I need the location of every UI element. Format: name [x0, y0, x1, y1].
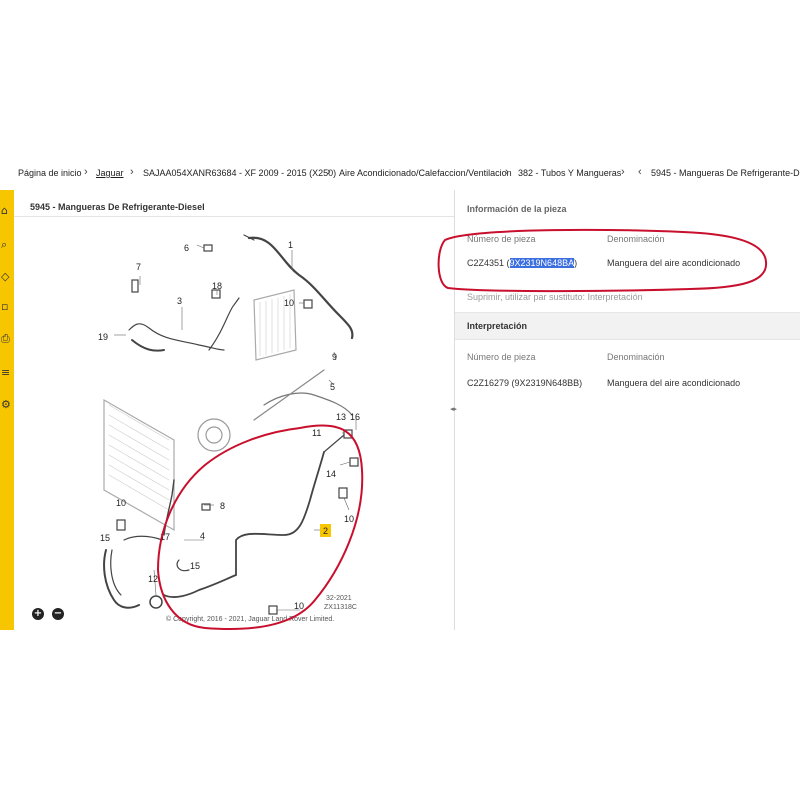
side-toolbar: ⌂ ⌕ ◇ ▫ ⎙ ≡ ⚙ [0, 190, 14, 630]
breadcrumb-separator: › [505, 166, 509, 178]
search-icon[interactable]: ⌕ [1, 238, 7, 252]
col-denomination: Denominación [607, 352, 665, 362]
part-row[interactable]: C2Z4351 (9X2319N648BA) [467, 258, 577, 268]
callout-label-selected[interactable]: 2 [323, 526, 328, 536]
callout-label[interactable]: 5 [330, 382, 335, 392]
breadcrumb-brand[interactable]: Jaguar [96, 168, 124, 178]
breadcrumb-back-icon[interactable]: ‹ [638, 166, 642, 178]
callout-label[interactable]: 10 [284, 298, 294, 308]
callout-label[interactable]: 11 [312, 428, 321, 438]
shopping-cart-icon[interactable]: ⌂ [1, 204, 8, 217]
col-part-number: Número de pieza [467, 352, 536, 362]
breadcrumb-separator: › [621, 166, 625, 178]
callout-label[interactable]: 15 [190, 561, 200, 571]
callout-label[interactable]: 9 [332, 352, 337, 362]
callout-label[interactable]: 18 [212, 281, 222, 291]
part-denomination: Manguera del aire acondicionado [607, 258, 741, 268]
part-info-title: Información de la pieza [467, 204, 567, 214]
diagram-ref-code: 32-2021 [326, 595, 352, 602]
callout-label[interactable]: 1 [288, 240, 293, 250]
bookmark-icon[interactable]: ▫ [1, 300, 8, 313]
col-part-number: Número de pieza [467, 234, 536, 244]
breadcrumb-current: 5945 - Mangueras De Refrigerante-Diesel [651, 168, 800, 178]
callout-label[interactable]: 16 [350, 412, 360, 422]
interpretation-header: Interpretación [455, 312, 800, 340]
print-icon[interactable]: ⎙ [1, 332, 10, 346]
part-denomination: Manguera del aire acondicionado [607, 378, 741, 388]
callout-label[interactable]: 17 [160, 532, 170, 542]
breadcrumb-separator: › [327, 166, 331, 178]
part-code: (9X2319N648BB) [511, 378, 583, 388]
interpretation-row[interactable]: C2Z16279 (9X2319N648BB) [467, 378, 582, 388]
interpretation-title: Interpretación [467, 321, 528, 331]
breadcrumb: Página de inicio › Jaguar › SAJAA054XANR… [0, 160, 800, 186]
zoom-out-button[interactable]: − [52, 608, 64, 620]
breadcrumb-separator: › [130, 166, 134, 178]
list-icon[interactable]: ≡ [1, 366, 10, 379]
breadcrumb-separator: › [84, 166, 88, 178]
diagram-ref-id: ZX11318C [324, 604, 357, 611]
parts-diagram[interactable]: 1 2 3 4 5 6 7 8 9 10 10 10 10 11 12 13 1… [14, 190, 454, 630]
callout-label[interactable]: 13 [336, 412, 346, 422]
breadcrumb-vehicle[interactable]: SAJAA054XANR63684 - XF 2009 - 2015 (X250… [143, 168, 336, 178]
callout-label[interactable]: 14 [326, 469, 336, 479]
breadcrumb-system[interactable]: Aire Acondicionado/Calefaccion/Ventilaci… [339, 168, 512, 178]
part-code[interactable]: 9X2319N648BA [509, 258, 575, 268]
callout-label[interactable]: 7 [136, 262, 141, 272]
diagram-panel: 5945 - Mangueras De Refrigerante-Diesel [14, 190, 455, 630]
supersession-note: Suprimir, utilizar par sustituto: Interp… [467, 292, 643, 302]
callout-label[interactable]: 19 [98, 332, 108, 342]
part-number: C2Z4351 [467, 258, 505, 268]
callout-label[interactable]: 10 [294, 601, 304, 611]
part-number: C2Z16279 [467, 378, 510, 388]
breadcrumb-home[interactable]: Página de inicio [18, 168, 82, 178]
callout-label[interactable]: 10 [116, 498, 126, 508]
callout-label[interactable]: 12 [148, 574, 158, 584]
callout-label[interactable]: 3 [177, 296, 182, 306]
callout-label[interactable]: 10 [344, 514, 354, 524]
breadcrumb-group[interactable]: 382 - Tubos Y Mangueras [518, 168, 621, 178]
settings-icon[interactable]: ⚙ [1, 398, 11, 411]
col-denomination: Denominación [607, 234, 665, 244]
tag-icon[interactable]: ◇ [1, 270, 9, 283]
callout-label[interactable]: 15 [100, 533, 110, 543]
zoom-in-button[interactable]: + [32, 608, 44, 620]
callout-label[interactable]: 8 [220, 501, 225, 511]
diagram-copyright: © Copyright, 2016 - 2021, Jaguar Land Ro… [166, 615, 334, 623]
callout-label[interactable]: 4 [200, 531, 205, 541]
callout-label[interactable]: 6 [184, 243, 189, 253]
part-info-panel: Información de la pieza Número de pieza … [455, 190, 800, 630]
